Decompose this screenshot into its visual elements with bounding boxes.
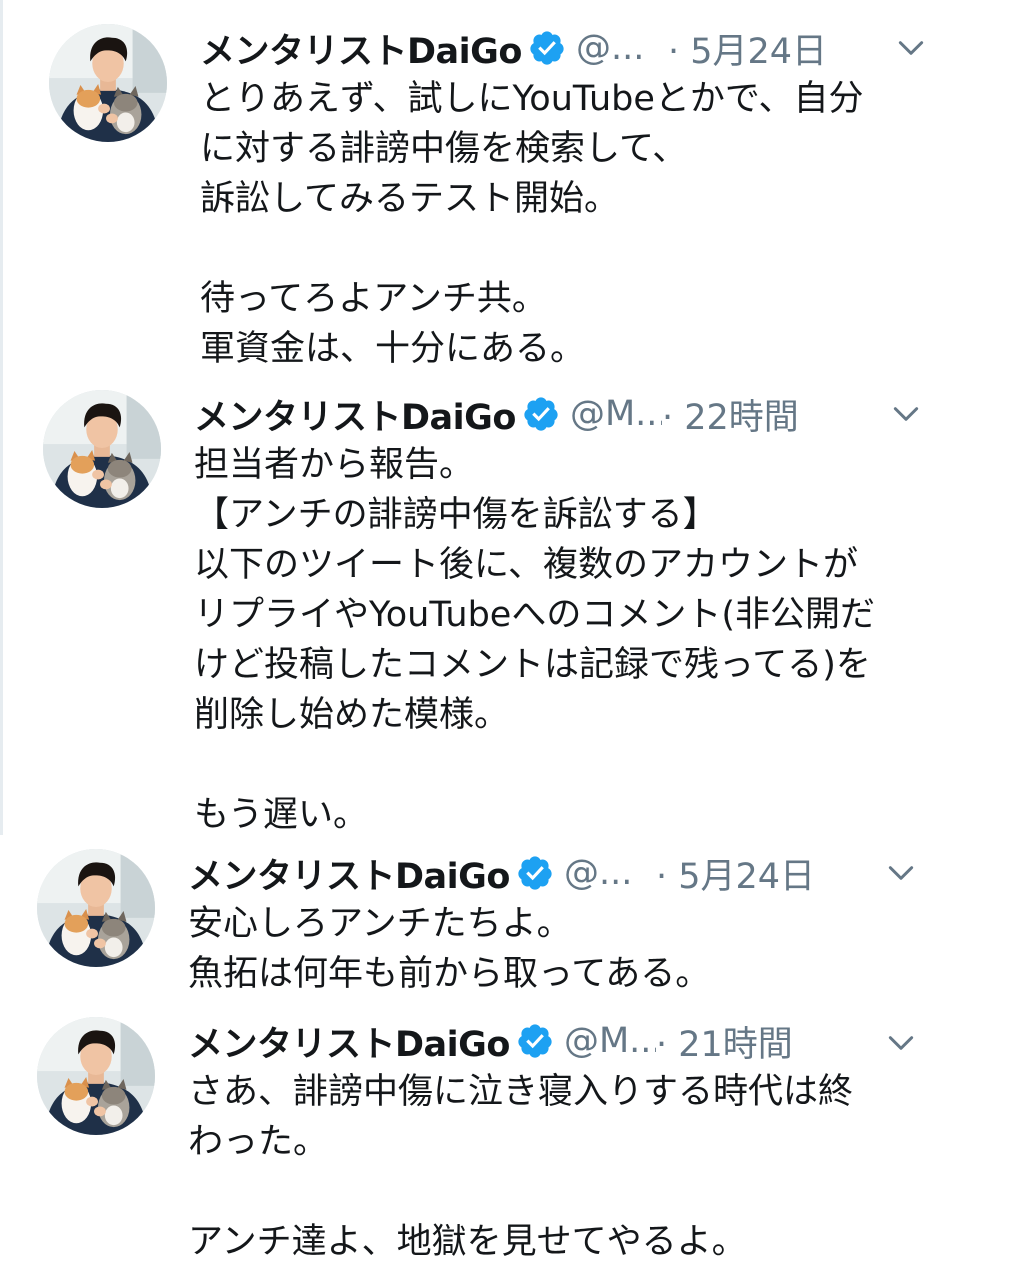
verified-badge-icon — [516, 854, 554, 892]
user-handle[interactable]: @M... — [564, 1021, 656, 1061]
display-name[interactable]: メンタリストDaiGo — [194, 389, 516, 440]
chevron-down-icon[interactable] — [890, 398, 922, 430]
tweet-header: メンタリストDaiGo @M... · 21時間 — [188, 1015, 988, 1067]
avatar[interactable] — [37, 849, 155, 967]
chevron-down-icon[interactable] — [895, 32, 927, 64]
verified-badge-icon — [522, 395, 560, 433]
tweet-text: さあ、誹謗中傷に泣き寝入りする時代は終 わった。 アンチ達よ、地獄を見せてやるよ… — [188, 1072, 854, 1262]
tweet-content: メンタリストDaiGo @M... · 22時間 担当者から報告。 【アンチの誹… — [194, 388, 994, 840]
display-name[interactable]: メンタリストDaiGo — [188, 848, 510, 899]
tweet-content: メンタリストDaiGo @... · 5月24日 安心しろアンチたちよ。 魚拓は… — [188, 847, 988, 999]
tweet-content: メンタリストDaiGo @... · 5月24日 とりあえず、試しにYouTub… — [200, 22, 1000, 374]
tweet-content: メンタリストDaiGo @M... · 21時間 さあ、誹謗中傷に泣き寝入りする… — [188, 1015, 988, 1267]
tweet[interactable]: メンタリストDaiGo @... · 5月24日 とりあえず、試しにYouTub… — [0, 0, 1024, 380]
tweet-text: 安心しろアンチたちよ。 魚拓は何年も前から取ってある。 — [188, 904, 711, 994]
tweet-text: とりあえず、試しにYouTubeとかで、自分 に対する誹謗中傷を検索して、 訴訟… — [200, 79, 864, 369]
chevron-down-icon[interactable] — [885, 1027, 917, 1059]
tweet[interactable]: メンタリストDaiGo @... · 5月24日 安心しろアンチたちよ。 魚拓は… — [0, 835, 1024, 1005]
tweet-text: 担当者から報告。 【アンチの誹謗中傷を訴訟する】 以下のツイート後に、複数のアカ… — [194, 445, 875, 835]
tweet-header: メンタリストDaiGo @... · 5月24日 — [200, 22, 1000, 74]
avatar[interactable] — [37, 1017, 155, 1135]
display-name[interactable]: メンタリストDaiGo — [200, 23, 522, 74]
user-handle[interactable]: @M... — [570, 394, 662, 434]
tweet[interactable]: メンタリストDaiGo @M... · 21時間 さあ、誹謗中傷に泣き寝入りする… — [0, 1005, 1024, 1280]
tweet-timestamp[interactable]: · 21時間 — [656, 1016, 793, 1067]
display-name[interactable]: メンタリストDaiGo — [188, 1016, 510, 1067]
tweet-header: メンタリストDaiGo @... · 5月24日 — [188, 847, 988, 899]
avatar[interactable] — [43, 390, 161, 508]
chevron-down-icon[interactable] — [885, 857, 917, 889]
tweet-timestamp[interactable]: · 22時間 — [662, 389, 799, 440]
tweet-timestamp[interactable]: · 5月24日 — [656, 848, 815, 899]
tweet[interactable]: メンタリストDaiGo @M... · 22時間 担当者から報告。 【アンチの誹… — [0, 380, 1024, 835]
avatar[interactable] — [49, 24, 167, 142]
verified-badge-icon — [528, 29, 566, 67]
tweet-header: メンタリストDaiGo @M... · 22時間 — [194, 388, 994, 440]
verified-badge-icon — [516, 1022, 554, 1060]
tweet-timestamp[interactable]: · 5月24日 — [668, 23, 827, 74]
user-handle[interactable]: @... — [576, 28, 668, 68]
user-handle[interactable]: @... — [564, 853, 656, 893]
